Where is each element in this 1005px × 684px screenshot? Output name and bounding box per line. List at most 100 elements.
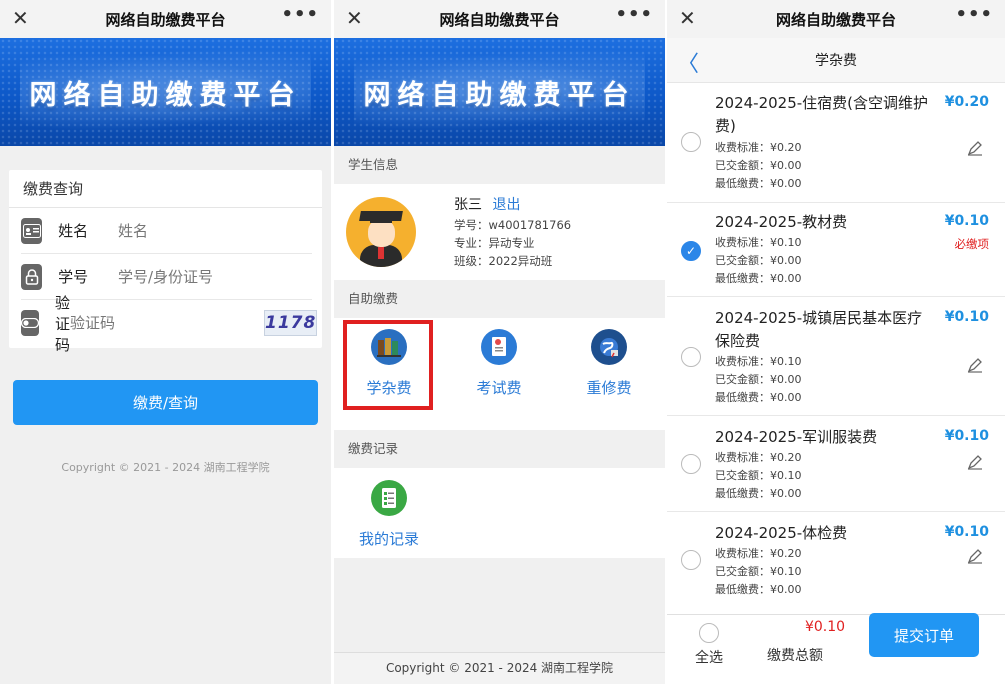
fee-item: ✓ 2024-2025-教材费 收费标准：¥0.10 已交金额：¥0.00 最低… [667,203,1005,297]
fee-minimum: 最低缴费：¥0.00 [715,391,802,404]
edit-icon[interactable] [967,140,983,160]
page-title: 学杂费 [815,53,857,69]
fee-amount: ¥0.10 [944,524,989,540]
edit-icon[interactable] [967,548,983,568]
student-section-title: 学生信息 [348,157,399,172]
edit-icon[interactable] [967,454,983,474]
records-section-title: 缴费记录 [348,441,399,456]
lock-icon [21,263,43,290]
student-id-label: 学号 [58,268,89,286]
fee-amount: ¥0.10 [944,428,989,444]
avatar [346,197,416,267]
student-name: 张三 [454,197,482,213]
app-title: 网络自助缴费平台 [439,10,560,29]
self-pay-section-title: 自助缴费 [348,291,399,306]
close-icon[interactable]: ✕ [12,6,29,30]
highlight-box [343,320,433,410]
my-records-item[interactable]: 我的记录 [334,468,444,558]
fee-minimum: 最低缴费：¥0.00 [715,272,802,285]
more-icon[interactable]: ••• [615,4,653,25]
close-icon[interactable]: ✕ [346,6,363,30]
name-input[interactable] [118,221,312,240]
fee-checkbox-checked[interactable]: ✓ [681,241,701,261]
close-icon[interactable]: ✕ [679,6,696,30]
banner: 网络自助缴费平台 [0,38,331,146]
fee-standard: 收费标准：¥0.20 [715,547,802,560]
fee-checkbox[interactable] [681,550,701,570]
checkout-bar: 全选 ¥0.10 缴费总额 提交订单 [667,613,1005,684]
query-button[interactable]: 缴费/查询 [13,380,318,425]
fee-checkbox[interactable] [681,132,701,152]
fee-item: 2024-2025-体检费 收费标准：¥0.20 已交金额：¥0.10 最低缴费… [667,512,1005,608]
fee-paid: 已交金额：¥0.00 [715,254,802,267]
login-screen: ✕ 网络自助缴费平台 ••• 网络自助缴费平台 缴费查询 姓名 学号 验证码 [0,0,331,684]
fee-minimum: 最低缴费：¥0.00 [715,487,802,500]
pay-grid: 学杂费 考试费 重修费 [334,318,665,430]
globe-icon [591,329,627,365]
captcha-image[interactable]: 1178 [264,310,318,336]
fee-paid: 已交金额：¥0.10 [715,565,802,578]
name-label: 姓名 [58,222,89,240]
exam-paper-icon [481,329,517,365]
pay-item-retake[interactable]: 重修费 [554,318,664,430]
logout-link[interactable]: 退出 [492,197,520,213]
top-bar: ✕ 网络自助缴费平台 ••• [334,0,665,38]
toggle-icon [21,310,39,336]
pay-item-label: 重修费 [586,379,632,397]
copyright: Copyright © 2021 - 2024 湖南工程学院 [61,461,270,474]
fee-paid: 已交金额：¥0.10 [715,469,802,482]
fee-name: 2024-2025-体检费 [715,524,848,542]
submit-order-button[interactable]: 提交订单 [869,613,979,657]
select-all-label: 全选 [695,650,723,666]
banner-title: 网络自助缴费平台 [29,79,302,111]
back-icon[interactable]: 〈 [677,46,699,78]
fee-standard: 收费标准：¥0.20 [715,141,802,154]
copyright: Copyright © 2021 - 2024 湖南工程学院 [334,652,665,684]
fee-name: 2024-2025-教材费 [715,213,848,231]
sub-header: 〈 学杂费 [667,38,1005,83]
app-title: 网络自助缴费平台 [775,10,896,29]
fee-checkbox[interactable] [681,347,701,367]
total-label: 缴费总额 [767,648,823,664]
fee-amount: ¥0.10 [944,213,989,229]
fee-item: 2024-2025-军训服装费 收费标准：¥0.20 已交金额：¥0.10 最低… [667,416,1005,512]
home-screen: ✕ 网络自助缴费平台 ••• 网络自助缴费平台 学生信息 张三 退出 学号：w4… [334,0,665,684]
fee-minimum: 最低缴费：¥0.00 [715,583,802,596]
card-title: 缴费查询 [9,170,322,208]
captcha-row: 验证码 1178 [21,294,318,354]
records-grid: 我的记录 [334,468,665,558]
fee-name: 2024-2025-城镇居民基本医疗保险费 [715,309,923,350]
student-major-line: 专业：异动专业 [454,236,535,250]
fee-amount: ¥0.10 [944,309,989,325]
total-amount: ¥0.10 [804,619,846,635]
fee-paid: 已交金额：¥0.00 [715,373,802,386]
app-title: 网络自助缴费平台 [105,10,226,29]
fee-name: 2024-2025-住宿费(含空调维护费) [715,94,929,135]
fee-amount: ¥0.20 [944,94,989,110]
fee-item: 2024-2025-住宿费(含空调维护费) 收费标准：¥0.20 已交金额：¥0… [667,84,1005,203]
top-bar: ✕ 网络自助缴费平台 ••• [667,0,1005,38]
query-card: 缴费查询 姓名 学号 验证码 1178 [9,170,322,354]
id-card-icon [21,217,43,244]
student-class-line: 班级：2022异动班 [454,254,553,268]
fee-name: 2024-2025-军训服装费 [715,428,878,446]
fee-item: 2024-2025-城镇居民基本医疗保险费 收费标准：¥0.10 已交金额：¥0… [667,297,1005,416]
student-info: 张三 退出 学号：w4001781766 专业：异动专业 班级：2022异动班 [454,194,571,270]
student-id-line: 学号：w4001781766 [454,218,572,232]
fee-minimum: 最低缴费：¥0.00 [715,177,802,190]
captcha-input[interactable] [70,314,265,332]
select-all-checkbox[interactable] [699,623,719,643]
student-card: 张三 退出 学号：w4001781766 专业：异动专业 班级：2022异动班 [334,184,665,280]
my-records-label: 我的记录 [358,530,419,548]
banner: 网络自助缴费平台 [334,38,665,146]
fee-checkbox[interactable] [681,454,701,474]
edit-icon[interactable] [967,357,983,377]
more-icon[interactable]: ••• [955,4,993,25]
more-icon[interactable]: ••• [281,4,319,25]
fee-standard: 收费标准：¥0.10 [715,355,802,368]
fee-standard: 收费标准：¥0.20 [715,451,802,464]
name-row: 姓名 [21,208,312,254]
banner-title: 网络自助缴费平台 [363,79,636,111]
student-id-input[interactable] [118,267,312,286]
pay-item-exam[interactable]: 考试费 [444,318,554,430]
